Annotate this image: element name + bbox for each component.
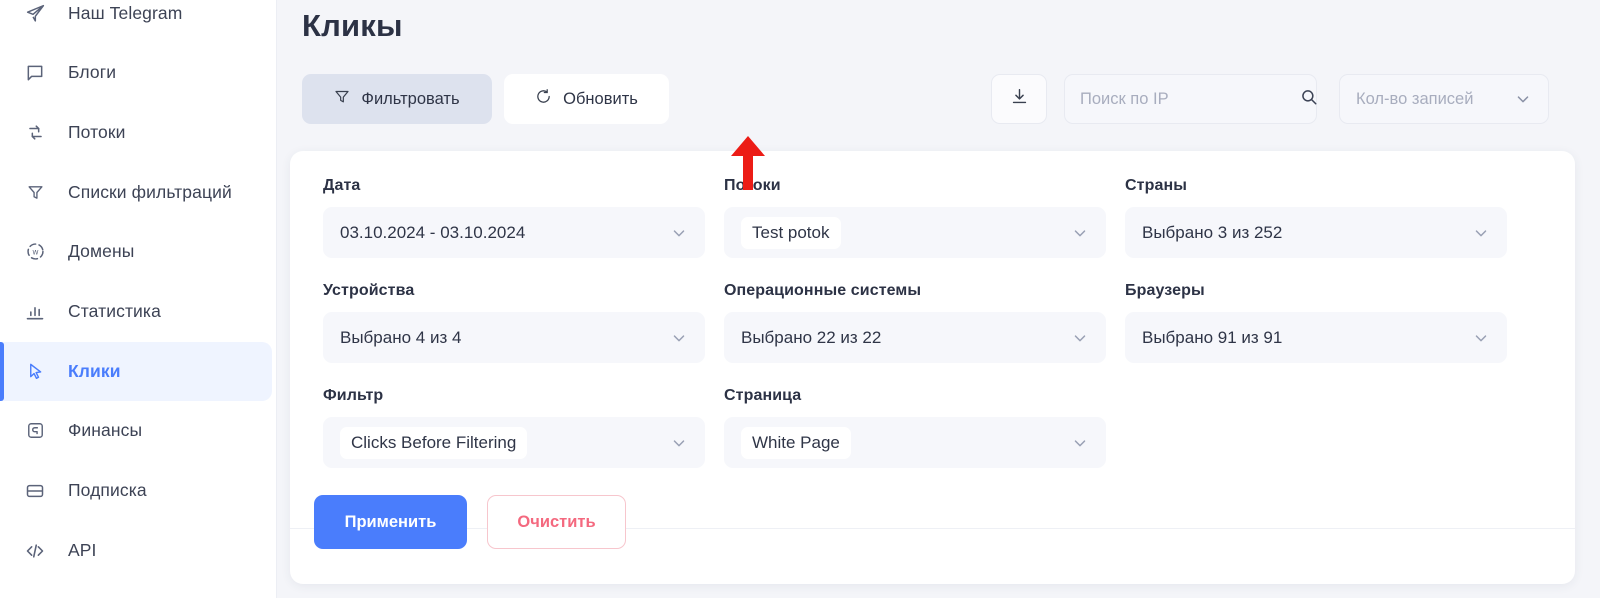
clear-button[interactable]: Очистить	[487, 495, 626, 549]
browsers-value: Выбрано 91 из 91	[1142, 327, 1283, 347]
download-button[interactable]	[991, 74, 1047, 124]
page-value-chip: White Page	[741, 426, 851, 459]
filter-select[interactable]: Clicks Before Filtering	[323, 417, 705, 468]
subscription-icon	[20, 479, 50, 503]
search-box[interactable]	[1064, 74, 1317, 124]
filter-label: Потоки	[724, 177, 781, 194]
filter-button[interactable]: Фильтровать	[302, 74, 492, 124]
app-root: Наш Telegram Блоги Потоки Списки фильтра…	[0, 0, 1600, 598]
filter-panel: Дата 03.10.2024 - 03.10.2024 Потоки Test…	[290, 151, 1575, 584]
download-icon	[1010, 87, 1029, 111]
filter-grid: Дата 03.10.2024 - 03.10.2024 Потоки Test…	[323, 177, 1538, 492]
devices-select[interactable]: Выбрано 4 из 4	[323, 312, 705, 363]
sidebar-item-flows[interactable]: Потоки	[0, 103, 277, 162]
filter-label: Устройства	[323, 282, 415, 299]
countries-value: Выбрано 3 из 252	[1142, 222, 1283, 242]
filter-value-chip: Clicks Before Filtering	[340, 426, 528, 459]
os-select[interactable]: Выбрано 22 из 22	[724, 312, 1106, 363]
refresh-button-label: Обновить	[563, 89, 638, 108]
filter-label: Браузеры	[1125, 282, 1205, 299]
chevron-down-icon	[1071, 329, 1089, 347]
chevron-down-icon	[1472, 329, 1490, 347]
date-value: 03.10.2024 - 03.10.2024	[340, 222, 526, 242]
filter-field-os: Операционные системы Выбрано 22 из 22	[724, 282, 1106, 387]
chevron-down-icon	[1472, 224, 1490, 242]
refresh-icon	[535, 88, 552, 110]
os-value: Выбрано 22 из 22	[741, 327, 882, 347]
stats-icon	[20, 300, 50, 324]
filter-field-countries: Страны Выбрано 3 из 252	[1125, 177, 1507, 282]
sidebar-item-clicks[interactable]: Клики	[0, 342, 272, 401]
flows-icon	[20, 121, 50, 145]
sidebar-item-label: Подписка	[68, 480, 147, 500]
search-input[interactable]	[1080, 89, 1300, 109]
flows-select[interactable]: Test potok	[724, 207, 1106, 258]
sidebar-item-telegram[interactable]: Наш Telegram	[0, 0, 277, 43]
panel-divider	[290, 528, 1575, 529]
apply-button[interactable]: Применить	[314, 495, 467, 549]
devices-value: Выбрано 4 из 4	[340, 327, 462, 347]
finance-icon	[20, 419, 50, 443]
chat-icon	[20, 61, 50, 85]
records-count-value: Кол-во записей	[1356, 89, 1474, 108]
sidebar-item-statistics[interactable]: Статистика	[0, 282, 277, 341]
filter-field-browsers: Браузеры Выбрано 91 из 91	[1125, 282, 1507, 387]
svg-text:w: w	[31, 248, 38, 257]
telegram-icon	[20, 2, 50, 26]
sidebar-item-label: Финансы	[68, 420, 143, 440]
chevron-down-icon	[670, 329, 688, 347]
filter-label: Страны	[1125, 177, 1187, 194]
filter-field-flows: Потоки Test potok	[724, 177, 1106, 282]
filter-label: Фильтр	[323, 387, 384, 404]
filter-label: Операционные системы	[724, 282, 922, 299]
sidebar-item-label: Наш Telegram	[68, 3, 183, 23]
browsers-select[interactable]: Выбрано 91 из 91	[1125, 312, 1507, 363]
chevron-down-icon	[670, 434, 688, 452]
domains-icon: w	[20, 240, 50, 264]
main-content: Кликы Фильтровать Обновить К	[277, 0, 1600, 598]
date-select[interactable]: 03.10.2024 - 03.10.2024	[323, 207, 705, 258]
filter-field-empty	[1125, 387, 1507, 492]
sidebar-item-label: Статистика	[68, 301, 161, 321]
sidebar-item-blogs[interactable]: Блоги	[0, 43, 277, 102]
search-icon[interactable]	[1300, 88, 1318, 111]
chevron-down-icon	[1071, 224, 1089, 242]
filter-field-date: Дата 03.10.2024 - 03.10.2024	[323, 177, 705, 282]
filter-field-page: Страница White Page	[724, 387, 1106, 492]
filter-field-devices: Устройства Выбрано 4 из 4	[323, 282, 705, 387]
sidebar: Наш Telegram Блоги Потоки Списки фильтра…	[0, 0, 277, 598]
funnel-icon	[334, 88, 350, 110]
refresh-button[interactable]: Обновить	[504, 74, 669, 124]
chevron-down-icon	[1514, 90, 1532, 108]
page-title: Кликы	[302, 8, 403, 43]
countries-select[interactable]: Выбрано 3 из 252	[1125, 207, 1507, 258]
chevron-down-icon	[1071, 434, 1089, 452]
sidebar-item-finance[interactable]: Финансы	[0, 401, 277, 460]
code-icon	[20, 539, 50, 563]
sidebar-item-label: Блоги	[68, 62, 117, 82]
sidebar-item-label: API	[68, 540, 97, 560]
sidebar-item-label: Потоки	[68, 122, 126, 142]
sidebar-item-label: Клики	[68, 361, 121, 381]
sidebar-item-label: Списки фильтраций	[68, 182, 232, 202]
filter-field-filter: Фильтр Clicks Before Filtering	[323, 387, 705, 492]
page-select[interactable]: White Page	[724, 417, 1106, 468]
chevron-down-icon	[670, 224, 688, 242]
sidebar-item-subscription[interactable]: Подписка	[0, 461, 277, 520]
records-count-select[interactable]: Кол-во записей	[1339, 74, 1549, 124]
filter-list-icon	[20, 181, 50, 205]
sidebar-item-api[interactable]: API	[0, 521, 277, 580]
sidebar-item-label: Домены	[68, 241, 135, 261]
sidebar-item-domains[interactable]: w Домены	[0, 222, 277, 281]
flows-value-chip: Test potok	[741, 216, 841, 249]
filter-button-label: Фильтровать	[361, 89, 460, 108]
sidebar-item-filter-lists[interactable]: Списки фильтраций	[0, 163, 277, 222]
filter-label: Страница	[724, 387, 802, 404]
filter-label: Дата	[323, 177, 361, 194]
cursor-icon	[20, 360, 50, 384]
